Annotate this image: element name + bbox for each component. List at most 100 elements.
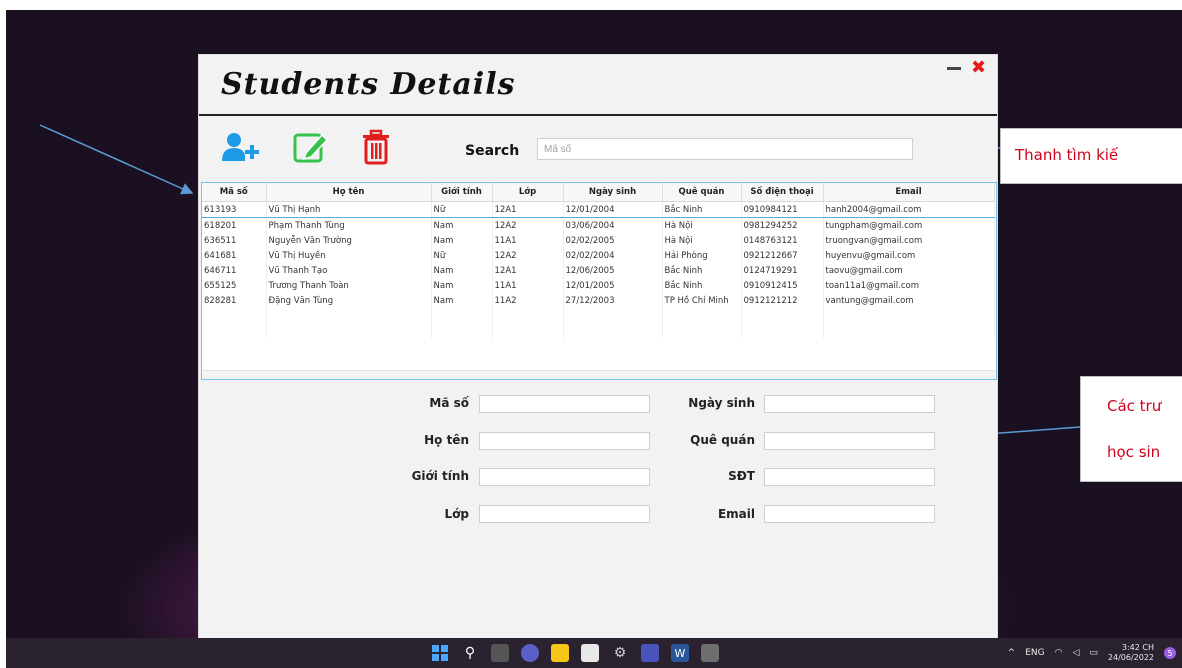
table-cell: Trương Thanh Toàn <box>266 278 432 293</box>
table-row[interactable]: 828281 Đặng Văn Tùng Nam 11A2 27/12/2003 TP H… <box>202 293 995 308</box>
column-header[interactable]: Email <box>823 183 995 202</box>
table-row[interactable]: 646711 Vũ Thanh Tạo Nam 12A1 12/06/2005 Bắc N… <box>202 263 995 278</box>
ma-so-field[interactable] <box>479 395 650 413</box>
sdt-field[interactable] <box>764 468 935 486</box>
table-cell: truongvan@gmail.com <box>823 233 995 248</box>
fields-callout-line1: Các trư <box>1107 397 1162 415</box>
empty-cell <box>492 308 564 323</box>
que-quan-field[interactable] <box>764 432 935 450</box>
table-cell: 12A2 <box>492 217 564 233</box>
table-row[interactable]: 636511 Nguyễn Văn Trường Nam 11A1 02/02/2005… <box>202 233 995 248</box>
task-view-icon[interactable] <box>491 644 509 662</box>
table-row[interactable]: 618201 Phạm Thanh Tùng Nam 12A2 03/06/2004 Hà… <box>202 217 995 233</box>
java-icon[interactable] <box>701 644 719 662</box>
table-cell: Nam <box>431 217 493 233</box>
chevron-up-icon[interactable]: ^ <box>1008 648 1016 658</box>
table-cell: Nguyễn Văn Trường <box>266 233 432 248</box>
taskbar-apps: ⚲ ⚙ W <box>431 638 719 668</box>
empty-cell <box>266 308 432 323</box>
windows-start-icon[interactable] <box>431 644 449 662</box>
table-cell: huyenvu@gmail.com <box>823 248 995 263</box>
lop-field[interactable] <box>479 505 650 523</box>
table-cell: Nam <box>431 293 493 308</box>
add-user-icon <box>222 133 259 161</box>
students-table[interactable]: Mã số Họ tên Giới tính Lớp Ngày sinh Quê… <box>201 182 997 380</box>
taskbar: ⚲ ⚙ W ^ ENG ◠ ◁ ▭ 3:42 CH 24/06/2022 5 <box>6 638 1182 668</box>
empty-cell <box>741 308 824 323</box>
file-explorer-icon[interactable] <box>551 644 569 662</box>
column-header[interactable]: Giới tính <box>431 183 493 202</box>
table-cell: 641681 <box>202 248 267 263</box>
column-header[interactable]: Mã số <box>202 183 267 202</box>
speaker-icon[interactable]: ◁ <box>1072 648 1079 658</box>
empty-row <box>202 308 995 323</box>
table-cell: tungpham@gmail.com <box>823 217 995 233</box>
language-indicator[interactable]: ENG <box>1025 648 1044 658</box>
empty-cell <box>662 323 742 338</box>
edit-student-button[interactable] <box>291 127 331 167</box>
empty-cell <box>823 308 995 323</box>
clock[interactable]: 3:42 CH 24/06/2022 <box>1108 643 1154 663</box>
empty-cell <box>563 323 663 338</box>
table-cell: 11A2 <box>492 293 564 308</box>
table-cell: TP Hồ Chí Minh <box>662 293 742 308</box>
ngay-sinh-field[interactable] <box>764 395 935 413</box>
empty-row <box>202 323 995 338</box>
chat-icon[interactable] <box>521 644 539 662</box>
search-callout-text: Thanh tìm kiế <box>1015 146 1119 164</box>
table-header: Mã số Họ tên Giới tính Lớp Ngày sinh Quê… <box>202 183 995 202</box>
clock-date: 24/06/2022 <box>1107 653 1154 662</box>
table-cell: toan11a1@gmail.com <box>823 278 995 293</box>
close-icon[interactable]: ✖ <box>971 57 986 78</box>
table-cell: Phạm Thanh Tùng <box>266 217 432 233</box>
minimize-icon[interactable] <box>947 59 961 75</box>
document-icon[interactable] <box>581 644 599 662</box>
search-input[interactable] <box>537 138 913 160</box>
email-field[interactable] <box>764 505 935 523</box>
settings-icon[interactable]: ⚙ <box>611 644 629 662</box>
table-cell: 12A1 <box>492 201 564 218</box>
ho-ten-label: Họ tên <box>424 433 469 447</box>
battery-icon[interactable]: ▭ <box>1089 648 1098 658</box>
column-header[interactable]: Họ tên <box>266 183 432 202</box>
teams-icon[interactable] <box>641 644 659 662</box>
empty-cell <box>563 308 663 323</box>
table-cell: 02/02/2004 <box>563 248 663 263</box>
table-row[interactable]: 655125 Trương Thanh Toàn Nam 11A1 12/01/2005… <box>202 278 995 293</box>
app-title: Students Details <box>221 67 516 102</box>
column-header[interactable]: Lớp <box>492 183 564 202</box>
table-cell: 0921212667 <box>741 248 824 263</box>
column-header[interactable]: Ngày sinh <box>563 183 663 202</box>
table-cell: Hà Nội <box>662 233 742 248</box>
horizontal-scrollbar[interactable] <box>202 370 996 379</box>
column-header[interactable]: Số điện thoại <box>741 183 824 202</box>
table-cell: 02/02/2005 <box>563 233 663 248</box>
table-row[interactable]: 613193 Vũ Thị Hạnh Nữ 12A1 12/01/2004 Bắc Nin… <box>202 201 995 218</box>
table-cell: Nam <box>431 263 493 278</box>
column-header[interactable]: Quê quán <box>662 183 742 202</box>
lop-label: Lớp <box>444 507 469 521</box>
empty-cell <box>266 323 432 338</box>
table-row[interactable]: 641681 Vũ Thị Huyền Nữ 12A2 02/02/2004 Hải Ph… <box>202 248 995 263</box>
ho-ten-field[interactable] <box>479 432 650 450</box>
table-cell: Vũ Thị Huyền <box>266 248 432 263</box>
table-cell: Hà Nội <box>662 217 742 233</box>
table-cell: 0910912415 <box>741 278 824 293</box>
sdt-label: SĐT <box>728 469 755 483</box>
notification-badge[interactable]: 5 <box>1164 647 1176 659</box>
table-cell: 828281 <box>202 293 267 308</box>
system-tray: ^ ENG ◠ ◁ ▭ 3:42 CH 24/06/2022 5 <box>1008 638 1176 668</box>
email-label: Email <box>717 507 755 521</box>
delete-student-button[interactable] <box>359 127 393 167</box>
search-icon[interactable]: ⚲ <box>461 644 479 662</box>
gioi-tinh-field[interactable] <box>479 468 650 486</box>
word-icon[interactable]: W <box>671 644 689 662</box>
wifi-icon[interactable]: ◠ <box>1055 648 1063 658</box>
table-cell: 03/06/2004 <box>563 217 663 233</box>
add-student-button[interactable] <box>221 127 261 167</box>
table-cell: Nam <box>431 278 493 293</box>
table-cell: Bắc Ninh <box>662 201 742 218</box>
trash-icon <box>363 129 389 165</box>
students-details-window: Students Details ✖ Search Mã số Mã số Họ… <box>198 54 998 659</box>
table-cell: 12/01/2005 <box>563 278 663 293</box>
